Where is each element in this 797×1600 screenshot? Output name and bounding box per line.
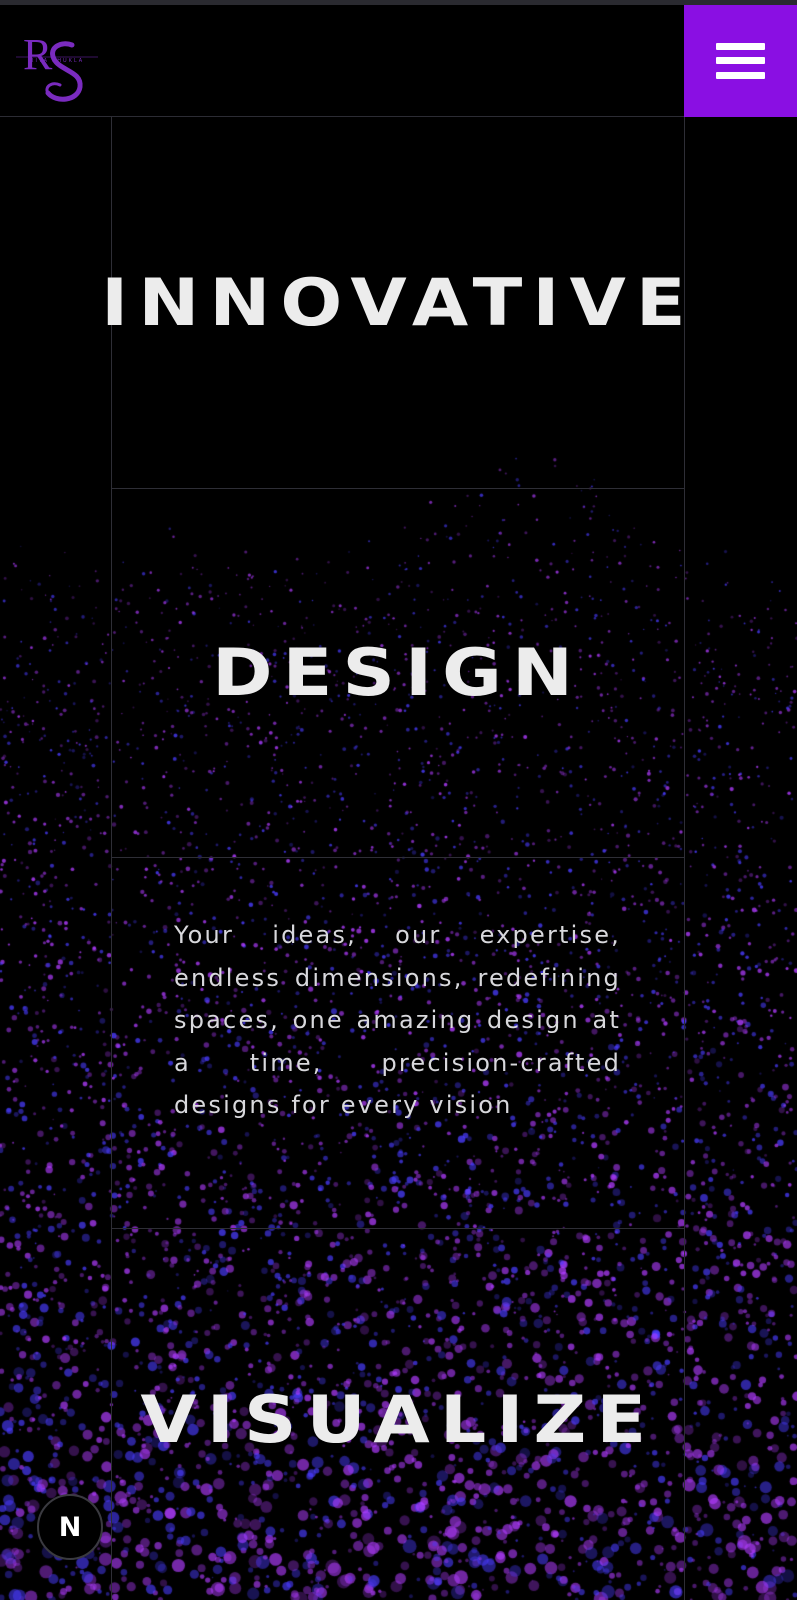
site-header: R RITA SHUKLA <box>0 5 797 117</box>
nextjs-badge-icon: N <box>58 1511 82 1543</box>
nextjs-badge-button[interactable]: N <box>37 1494 103 1560</box>
menu-button[interactable] <box>684 5 797 117</box>
grid-line-row-2 <box>111 857 685 858</box>
svg-text:RITA SHUKLA: RITA SHUKLA <box>30 58 84 64</box>
hero-tagline: Your ideas, our expertise, endless dimen… <box>174 921 621 1119</box>
hero-word-design: DESIGN <box>212 635 584 711</box>
hero-cell-design: DESIGN <box>112 489 684 857</box>
hero-cell-visualize: VISUALIZE <box>112 1229 684 1600</box>
rs-monogram-icon: R RITA SHUKLA <box>16 30 98 102</box>
hero-word-innovative: INNOVATIVE <box>100 265 696 341</box>
hero-cell-innovative: INNOVATIVE <box>101 118 686 488</box>
svg-text:R: R <box>23 30 53 79</box>
site-logo[interactable]: R RITA SHUKLA <box>14 19 100 105</box>
hamburger-menu-icon <box>716 43 765 79</box>
hero-word-visualize: VISUALIZE <box>140 1383 656 1458</box>
